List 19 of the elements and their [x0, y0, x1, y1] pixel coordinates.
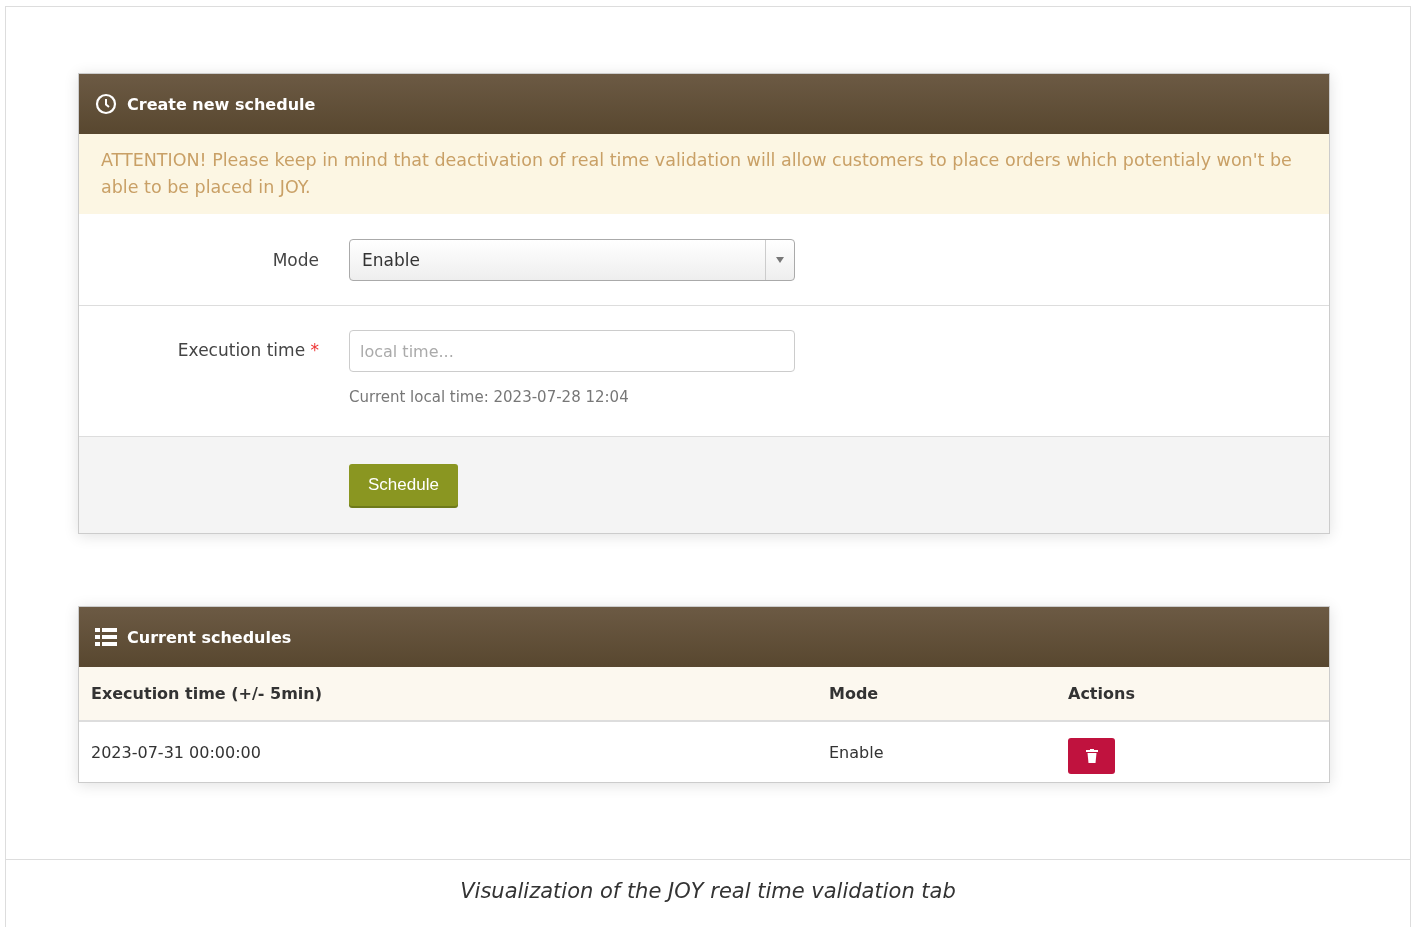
column-header: Actions [1068, 684, 1136, 703]
mode-select[interactable]: Enable [349, 238, 795, 281]
clock-icon [95, 93, 117, 115]
table-cell-text: 2023-07-31 00:00:00 [91, 742, 262, 762]
alert-text: ATTENTION! Please keep in mind that deactivation of real time validation will allow customers to place orders which potentialy won't be able to be placed in JOY. [101, 150, 1292, 197]
time-input-field[interactable]: local time... [349, 330, 795, 372]
panel-title: Create new schedule [127, 94, 316, 114]
table-cell-text: Enable [829, 742, 885, 762]
field-label: Mode [271, 249, 320, 270]
caret-icon [776, 256, 784, 263]
list-icon [95, 628, 117, 646]
delete-button[interactable] [1068, 738, 1115, 774]
panel-title: Current schedules [127, 627, 292, 647]
field-label: Execution time * [176, 339, 320, 360]
figure-caption: Visualization of the JOY real time validation tab [459, 877, 957, 905]
trash-icon [1085, 749, 1098, 763]
column-header: Mode [829, 684, 880, 703]
help-text: Current local time: 2023-07-28 12:04 [349, 388, 630, 406]
column-header: Execution time (+/- 5min) [91, 684, 324, 703]
